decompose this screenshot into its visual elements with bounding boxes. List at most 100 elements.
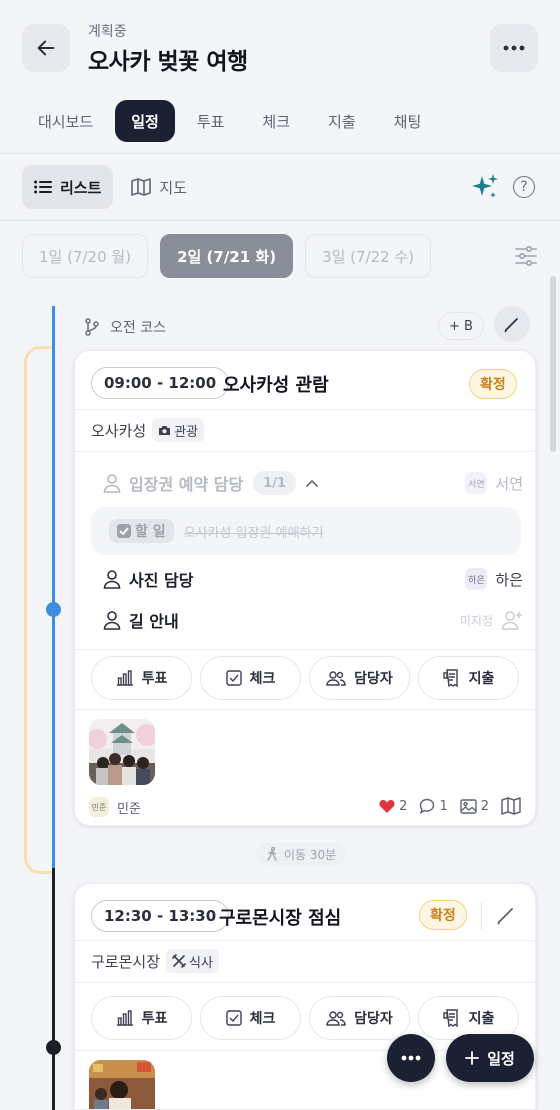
time-range: 12:30 - 13:30 (91, 900, 230, 932)
map-view-label: 지도 (159, 178, 188, 197)
map-icon[interactable] (501, 797, 521, 815)
add-course-b-button[interactable]: + B (438, 312, 484, 340)
back-button[interactable] (22, 24, 70, 72)
assignment-row[interactable]: 사진 담당 하은 하은 (103, 565, 523, 593)
person-icon (103, 611, 121, 630)
view-toggle: 리스트 지도 (22, 165, 205, 209)
trip-title: 오사카 벚꽃 여행 (88, 49, 248, 75)
divider (481, 902, 482, 930)
check-button-label: 체크 (249, 671, 276, 687)
location-name: 오사카성 (91, 421, 147, 440)
more-options-button[interactable] (490, 24, 538, 72)
person-icon (103, 474, 121, 493)
main-tabs: 대시보드 일정 투표 체크 지출 채팅 (22, 100, 443, 142)
author-name: 민준 (117, 801, 141, 817)
vote-button[interactable]: 투표 (91, 996, 192, 1040)
tab-vote[interactable]: 투표 (181, 100, 241, 142)
pencil-icon[interactable] (495, 904, 517, 926)
location-name: 구로몬시장 (91, 952, 161, 971)
action-buttons: 투표 체크 담당자 지출 (91, 996, 527, 1040)
category-chip: 관광 (152, 418, 205, 442)
more-actions-fab[interactable] (387, 1034, 435, 1082)
tab-chat[interactable]: 채팅 (378, 100, 438, 142)
status-badge[interactable]: 확정 (469, 369, 517, 399)
todo-item[interactable]: 할 일 오사카성 입장권 예매하기 (91, 507, 521, 555)
schedule-title: 오사카성 관람 (223, 375, 329, 396)
filter-settings-icon[interactable] (514, 244, 538, 268)
add-person-icon[interactable] (501, 610, 523, 630)
todo-text: 오사카성 입장권 예매하기 (183, 525, 324, 541)
expense-button-label: 지출 (468, 671, 495, 687)
expense-button-label: 지출 (468, 1011, 495, 1027)
header: 계획중 오사카 벚꽃 여행 (0, 0, 560, 96)
timeline-dot (46, 1040, 61, 1055)
check-button[interactable]: 체크 (200, 656, 301, 700)
status-badge[interactable]: 확정 (419, 900, 467, 930)
assignment-count: 1/1 (253, 471, 297, 495)
check-button[interactable]: 체크 (200, 996, 301, 1040)
divider (75, 940, 535, 941)
checkbox-icon (225, 670, 242, 686)
course-label: 오전 코스 (110, 320, 166, 336)
list-view-button[interactable]: 리스트 (22, 165, 114, 209)
checkbox-icon (225, 1010, 242, 1026)
map-view-button[interactable]: 지도 (119, 165, 199, 209)
scrollbar[interactable] (550, 276, 556, 452)
walking-icon (267, 847, 277, 861)
todo-chip: 할 일 (109, 519, 174, 543)
divider (75, 649, 535, 650)
assignee-button-label: 담당자 (354, 671, 393, 687)
assignment-row[interactable]: 입장권 예약 담당 1/1 서연 서연 (103, 469, 523, 497)
assignment-label: 입장권 예약 담당 (129, 475, 244, 494)
people-icon (326, 671, 346, 686)
plus-icon (465, 1051, 480, 1065)
vote-button-label: 투표 (141, 1011, 168, 1027)
divider (0, 153, 560, 154)
divider (75, 451, 535, 452)
divider (75, 709, 535, 710)
vote-button[interactable]: 투표 (91, 656, 192, 700)
day-chip-2[interactable]: 2일 (7/21 화) (160, 234, 294, 278)
help-icon[interactable]: ? (513, 176, 535, 198)
add-schedule-label: 일정 (487, 1049, 515, 1068)
heart-icon[interactable] (379, 799, 395, 813)
divider (75, 982, 535, 983)
day-chip-1[interactable]: 1일 (7/20 월) (22, 234, 149, 278)
assignment-row[interactable]: 길 안내 미지정 (103, 606, 523, 634)
more-horizontal-icon (401, 1055, 421, 1061)
schedule-card[interactable]: 09:00 - 12:00 오사카성 관람 확정 오사카성 관광 입장권 예약 … (74, 350, 536, 826)
help-glyph: ? (520, 179, 528, 195)
photo-thumbnail[interactable] (89, 1060, 155, 1109)
transit-duration: 이동 30분 (256, 843, 347, 865)
tab-schedule[interactable]: 일정 (115, 100, 175, 142)
assignee-button[interactable]: 담당자 (309, 996, 410, 1040)
utensils-icon (172, 954, 186, 968)
day-chip-3[interactable]: 3일 (7/22 수) (305, 234, 432, 278)
list-view-label: 리스트 (60, 178, 102, 197)
assignee: 하은 하은 (465, 568, 523, 590)
chevron-up-icon[interactable] (306, 479, 318, 487)
assignee-button[interactable]: 담당자 (309, 656, 410, 700)
schedule-title: 구로몬시장 점심 (219, 908, 342, 929)
comment-icon[interactable] (419, 798, 435, 814)
timeline-line (52, 306, 55, 868)
edit-course-button[interactable] (494, 306, 530, 342)
expense-button[interactable]: 지출 (418, 656, 519, 700)
assignee[interactable]: 미지정 (460, 610, 523, 630)
more-horizontal-icon (503, 45, 525, 51)
unassigned-label: 미지정 (459, 613, 493, 628)
avatar: 서연 (465, 472, 488, 494)
pencil-icon (504, 318, 518, 333)
assignment-label: 사진 담당 (129, 571, 194, 590)
tab-check[interactable]: 체크 (246, 100, 306, 142)
bar-chart-icon (116, 670, 133, 686)
like-count: 2 (399, 798, 408, 814)
photo-thumbnail[interactable] (89, 719, 155, 785)
tab-dashboard[interactable]: 대시보드 (22, 100, 109, 142)
avatar: 하은 (465, 568, 488, 590)
image-icon[interactable] (460, 798, 477, 814)
tab-expense[interactable]: 지출 (312, 100, 372, 142)
ai-sparkle-icon[interactable] (470, 172, 500, 202)
people-icon (326, 1011, 346, 1026)
add-schedule-fab[interactable]: 일정 (446, 1034, 534, 1082)
